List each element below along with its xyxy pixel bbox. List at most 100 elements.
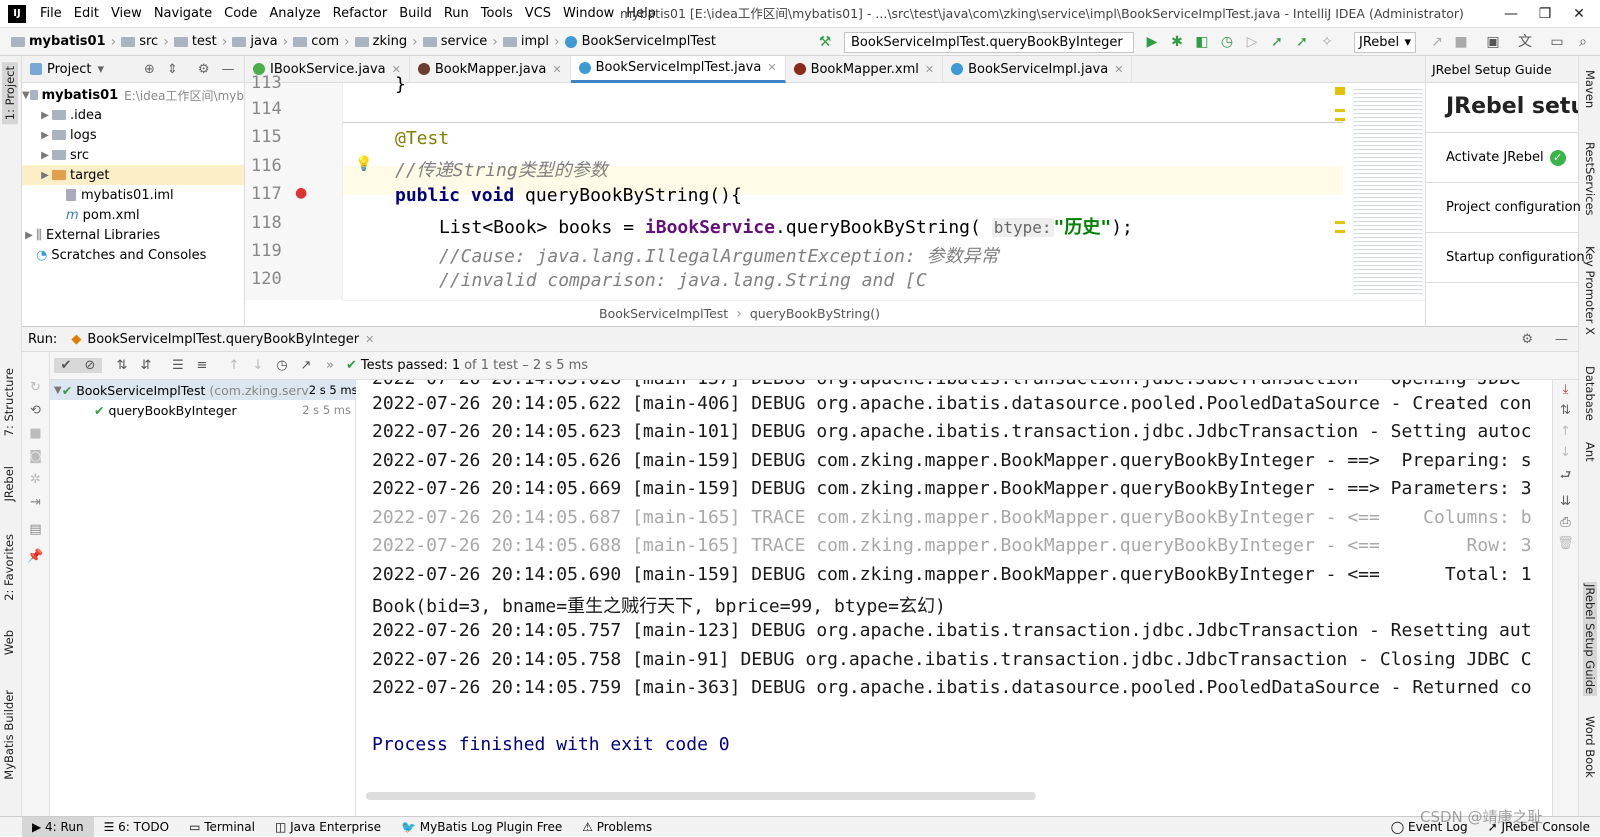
sort-alpha-icon[interactable]: ⇅: [110, 358, 134, 373]
status-run[interactable]: ▶ 4: Run: [22, 816, 94, 837]
console-output[interactable]: 2022-07-26 20:14:05.028 [main-137] DEBUG…: [356, 380, 1552, 816]
close-icon[interactable]: ✕: [552, 63, 561, 76]
menu-run[interactable]: Run: [438, 0, 475, 28]
import-icon[interactable]: ⇥: [22, 495, 49, 510]
maximize-icon[interactable]: ❐: [1528, 0, 1562, 28]
tab-favorites[interactable]: 2: Favorites: [2, 534, 16, 601]
translate-icon[interactable]: 文: [1516, 33, 1534, 51]
tab-bookserviceimpltest[interactable]: BookServiceImplTest.java ✕: [570, 55, 786, 83]
close-window-icon[interactable]: ✕: [1562, 0, 1596, 28]
tab-restservices[interactable]: RestServices: [1583, 142, 1597, 216]
tree-item-iml[interactable]: mybatis01.iml: [22, 185, 244, 205]
activate-jrebel-row[interactable]: Activate JRebel ✓: [1426, 133, 1578, 183]
tab-structure[interactable]: 7: Structure: [2, 368, 16, 436]
jrebel-run-icon[interactable]: ➚: [1268, 33, 1286, 51]
status-problems[interactable]: ⚠ Problems: [572, 817, 662, 837]
crumb-zking[interactable]: zking: [352, 28, 410, 56]
tab-bookserviceimpl[interactable]: BookServiceImpl.java ✕: [943, 55, 1133, 83]
trash-icon[interactable]: 🗑: [1553, 536, 1578, 551]
chevron-down-icon[interactable]: ▼: [54, 385, 62, 396]
run-tab[interactable]: BookServiceImplTest.queryBookByInteger: [87, 332, 359, 347]
chevron-right-icon[interactable]: ▶: [22, 230, 36, 241]
project-structure-icon[interactable]: ▣: [1484, 33, 1502, 51]
tab-database[interactable]: Database: [1583, 366, 1597, 421]
menu-refactor[interactable]: Refactor: [327, 0, 394, 28]
tab-key-promoter[interactable]: Key Promoter X: [1583, 246, 1597, 335]
crumb-service[interactable]: service: [420, 28, 491, 56]
stop-icon[interactable]: ■: [22, 426, 49, 441]
project-configuration-row[interactable]: Project configuration: [1426, 183, 1581, 233]
build-hammer-icon[interactable]: ⚒: [816, 33, 834, 51]
close-icon[interactable]: ✕: [767, 61, 776, 74]
rerun-failed-icon[interactable]: ↻: [22, 380, 49, 395]
run-configuration-select[interactable]: BookServiceImplTest.queryBookByInteger ▾: [844, 32, 1134, 69]
jrebel-select[interactable]: JRebel ▾: [1354, 32, 1416, 53]
code-minimap[interactable]: [1353, 86, 1423, 296]
tab-jrebel[interactable]: JRebel: [2, 466, 16, 502]
menu-analyze[interactable]: Analyze: [263, 0, 326, 28]
test-case-row[interactable]: ✔ queryBookByInteger 2 s 5 ms: [50, 400, 355, 420]
pin-icon[interactable]: 📌: [22, 549, 49, 564]
close-icon[interactable]: ✕: [365, 333, 374, 346]
expand-all-icon[interactable]: ☰: [166, 358, 190, 373]
collapse-all-icon[interactable]: ≡: [190, 358, 214, 373]
show-passed-icon[interactable]: ✔: [54, 358, 78, 373]
menu-code[interactable]: Code: [218, 0, 263, 28]
tree-item-idea[interactable]: ▶ .idea: [22, 105, 244, 125]
horizontal-scrollbar[interactable]: [366, 792, 1036, 800]
scroll-to-end-icon[interactable]: ⤓: [1553, 382, 1578, 397]
tab-jrebel-setup-guide[interactable]: JRebel Setup Guide: [1583, 582, 1597, 697]
search-icon[interactable]: ⌕: [1574, 33, 1592, 51]
down-arrow-icon[interactable]: ↓: [1553, 445, 1578, 460]
show-ignored-icon[interactable]: ⊘: [78, 358, 102, 373]
sort-duration-icon[interactable]: ⇵: [134, 358, 158, 373]
chevron-right-icon[interactable]: ▶: [38, 130, 52, 141]
run-test-gutter-icon[interactable]: ●: [295, 185, 307, 201]
chevron-right-icon[interactable]: ▶: [38, 110, 52, 121]
run-dropdown-icon[interactable]: ▷: [1243, 33, 1261, 51]
menu-tools[interactable]: Tools: [475, 0, 519, 28]
debug-icon[interactable]: ✱: [1168, 33, 1186, 51]
tab-mybatis-builder[interactable]: MyBatis Builder: [2, 690, 16, 780]
print-icon[interactable]: ⎙: [1553, 515, 1578, 530]
tree-root[interactable]: ▼ mybatis01 E:\idea工作区间\myb: [22, 85, 244, 105]
menu-build[interactable]: Build: [393, 0, 438, 28]
layout-icon[interactable]: ▭: [1548, 33, 1566, 51]
project-view-select[interactable]: Project: [47, 62, 91, 77]
gear-icon[interactable]: ⚙: [198, 62, 210, 77]
tab-maven[interactable]: Maven: [1583, 70, 1597, 108]
tree-item-pom[interactable]: m pom.xml: [22, 205, 244, 225]
tab-project[interactable]: 1: Project: [2, 62, 18, 125]
menu-window[interactable]: Window: [557, 0, 620, 28]
settings-icon[interactable]: ✲: [22, 472, 49, 487]
layout-icon[interactable]: ▤: [22, 522, 49, 537]
up-arrow-icon[interactable]: ↑: [1553, 424, 1578, 439]
export-icon[interactable]: ↗: [294, 358, 318, 373]
close-icon[interactable]: ✕: [1114, 63, 1123, 76]
test-suite-row[interactable]: ▼ ✔ BookServiceImplTest (com.zking.serv 2…: [50, 380, 358, 400]
menu-view[interactable]: View: [105, 0, 148, 28]
tab-bookmapper-xml[interactable]: BookMapper.xml ✕: [786, 55, 944, 83]
crumb-java[interactable]: java: [229, 28, 280, 56]
jrebel-debug-icon[interactable]: ➚: [1293, 33, 1311, 51]
status-mybatis-log[interactable]: 🐦 MyBatis Log Plugin Free: [391, 817, 572, 837]
sort-icon[interactable]: ⇅: [1553, 403, 1578, 418]
status-java-enterprise[interactable]: ◫ Java Enterprise: [265, 817, 391, 837]
previous-test-icon[interactable]: ↑: [222, 358, 246, 373]
crumb-src[interactable]: src: [118, 28, 161, 56]
update-icon[interactable]: ↗: [1428, 33, 1446, 51]
soft-wrap-icon[interactable]: ⮐: [1553, 466, 1578, 488]
tab-word-book[interactable]: Word Book: [1583, 716, 1597, 778]
camera-icon[interactable]: ◙: [22, 449, 49, 464]
status-todo[interactable]: ☰ 6: TODO: [94, 817, 180, 837]
chevron-down-icon[interactable]: ▼: [22, 90, 30, 101]
collapse-all-icon[interactable]: ⇕: [167, 62, 178, 77]
locate-icon[interactable]: ⊕: [144, 62, 155, 77]
gear-icon[interactable]: ⚙: [1521, 332, 1533, 347]
close-icon[interactable]: ✕: [925, 63, 934, 76]
jrebel-update-icon[interactable]: ✧: [1318, 33, 1336, 51]
tab-ant[interactable]: Ant: [1583, 442, 1597, 462]
coverage-icon[interactable]: ◧: [1193, 33, 1211, 51]
next-test-icon[interactable]: ↓: [246, 358, 270, 373]
tree-scratches[interactable]: ◔ Scratches and Consoles: [22, 245, 244, 265]
